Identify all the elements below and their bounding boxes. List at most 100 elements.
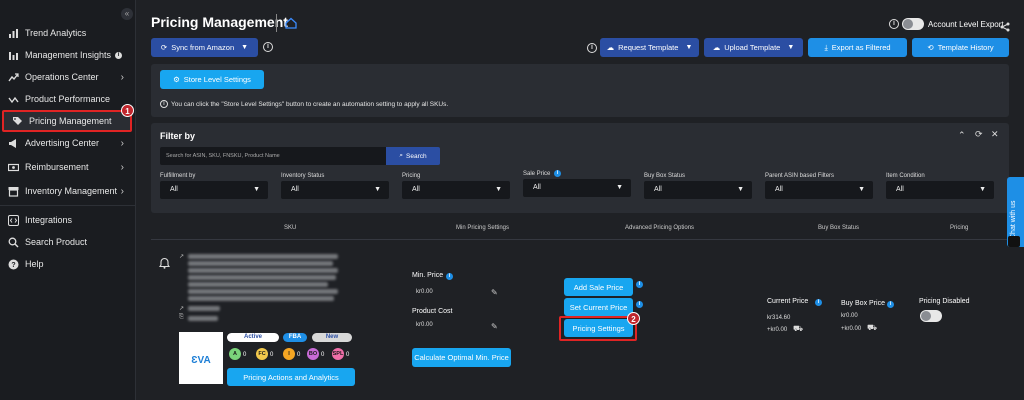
sync-from-amazon-button[interactable]: ⟳ Sync from Amazon ▼ bbox=[151, 38, 258, 57]
cloud-download-icon: ☁ bbox=[606, 43, 615, 52]
info-icon[interactable]: i bbox=[115, 51, 123, 59]
chevron-right-icon: › bbox=[120, 161, 124, 173]
info-icon[interactable]: i bbox=[263, 42, 273, 52]
badge-fba: FBA bbox=[283, 333, 307, 342]
buy-box-price-shipping: +kr0.00 bbox=[841, 326, 862, 332]
highlight-box bbox=[559, 316, 637, 341]
edit-min-price-icon[interactable]: ✎ bbox=[491, 288, 498, 297]
info-icon[interactable]: i bbox=[887, 301, 894, 308]
caret-down-icon: ▼ bbox=[979, 186, 986, 193]
info-icon[interactable]: i bbox=[587, 43, 597, 53]
item-condition-select[interactable]: All ▼ bbox=[886, 181, 994, 199]
edit-product-cost-icon[interactable]: ✎ bbox=[491, 322, 498, 331]
circle-spl[interactable]: SPL bbox=[332, 348, 344, 360]
caret-down-icon: ▼ bbox=[253, 186, 260, 193]
trending-up-icon bbox=[8, 72, 19, 83]
add-sale-price-button[interactable]: Add Sale Price bbox=[564, 278, 633, 296]
sidebar-item-label: Search Product bbox=[25, 237, 88, 247]
sidebar-collapse-button[interactable]: « bbox=[121, 8, 133, 20]
sidebar-item-pricing-management[interactable]: Pricing Management bbox=[2, 110, 132, 132]
svg-text:?: ? bbox=[11, 262, 15, 269]
set-current-price-button[interactable]: Set Current Price bbox=[564, 298, 633, 316]
refresh-icon[interactable]: ⟳ bbox=[975, 129, 983, 140]
search-button[interactable]: ⌕ Search bbox=[386, 147, 440, 165]
search-input[interactable]: Search for ASIN, SKU, FNSKU, Product Nam… bbox=[160, 147, 386, 165]
circle-i[interactable]: I bbox=[283, 348, 295, 360]
sidebar-item-label: Reimbursement bbox=[25, 162, 89, 172]
gear-icon: ⚙ bbox=[173, 75, 180, 84]
badge-new: New bbox=[312, 333, 352, 342]
caret-down-icon: ▼ bbox=[616, 184, 623, 191]
external-link-icon[interactable]: ↗ bbox=[179, 305, 184, 312]
download-icon: ⤓ bbox=[824, 42, 828, 52]
inventory-status-select[interactable]: All ▼ bbox=[281, 181, 389, 199]
sidebar-item-management-insights[interactable]: Management Insights i bbox=[0, 44, 136, 66]
caret-down-icon: ▼ bbox=[737, 186, 744, 193]
product-image: ƐVA bbox=[179, 332, 223, 384]
filter-panel bbox=[151, 123, 1009, 213]
info-icon[interactable]: i bbox=[815, 299, 822, 306]
column-header-pricing: Pricing bbox=[950, 225, 969, 231]
circle-count: 0 bbox=[243, 352, 247, 358]
buy-box-status-select[interactable]: All ▼ bbox=[644, 181, 752, 199]
share-icon[interactable] bbox=[1000, 19, 1010, 32]
sidebar-item-advertising-center[interactable]: Advertising Center › bbox=[0, 132, 136, 154]
bar-chart-icon bbox=[8, 50, 19, 61]
bell-icon[interactable] bbox=[158, 256, 171, 269]
sidebar-item-inventory-management[interactable]: Inventory Management › bbox=[0, 180, 136, 202]
current-price-label: Current Price bbox=[767, 298, 809, 305]
search-icon bbox=[8, 237, 19, 248]
filter-label: Pricing bbox=[402, 173, 421, 179]
calculate-optimal-min-price-button[interactable]: Calculate Optimal Min. Price bbox=[412, 348, 511, 367]
sidebar-item-trend-analytics[interactable]: Trend Analytics bbox=[0, 22, 136, 44]
title-divider bbox=[276, 14, 277, 32]
info-icon[interactable]: i bbox=[554, 170, 561, 177]
fulfillment-select[interactable]: All ▼ bbox=[160, 181, 268, 199]
column-header-buy-box: Buy Box Status bbox=[818, 225, 860, 231]
chevron-right-icon: › bbox=[120, 185, 124, 197]
info-icon[interactable]: i bbox=[636, 301, 643, 308]
request-template-button[interactable]: ☁ Request Template ▼ bbox=[600, 38, 699, 57]
chevron-up-icon[interactable]: ⌃ bbox=[958, 130, 966, 141]
help-icon: ? bbox=[8, 259, 19, 270]
caret-down-icon[interactable]: ▼ bbox=[241, 44, 248, 51]
caret-down-icon: ▼ bbox=[858, 186, 865, 193]
info-icon[interactable]: i bbox=[636, 281, 643, 288]
sidebar-item-operations-center[interactable]: Operations Center › bbox=[0, 66, 136, 88]
sidebar-item-reimbursement[interactable]: Reimbursement › bbox=[0, 156, 136, 178]
account-level-export-label: Account Level Export bbox=[928, 20, 1004, 29]
info-icon[interactable]: i bbox=[446, 273, 453, 280]
close-icon[interactable]: ✕ bbox=[991, 129, 999, 140]
column-header-sku: SKU bbox=[284, 225, 297, 231]
account-level-export-toggle[interactable] bbox=[902, 18, 924, 30]
pricing-select[interactable]: All ▼ bbox=[402, 181, 510, 199]
current-price-shipping: +kr0.00 bbox=[767, 327, 788, 333]
app-root: « Trend Analytics Management Insights i … bbox=[0, 0, 1024, 400]
sidebar-item-integrations[interactable]: Integrations bbox=[0, 209, 136, 231]
template-history-button[interactable]: ⟲ Template History bbox=[912, 38, 1009, 57]
chat-bubble-icon[interactable] bbox=[1008, 236, 1020, 247]
circle-bo[interactable]: BO bbox=[307, 348, 319, 360]
filter-label: Inventory Status bbox=[281, 173, 325, 179]
sidebar-item-search-product[interactable]: Search Product bbox=[0, 231, 136, 253]
min-price-value: kr0.00 bbox=[416, 289, 433, 295]
sidebar-item-label: Management Insights bbox=[25, 50, 112, 60]
sale-price-select[interactable]: All ▼ bbox=[523, 179, 631, 197]
pricing-actions-analytics-button[interactable]: Pricing Actions and Analytics bbox=[227, 368, 355, 386]
home-icon[interactable] bbox=[285, 16, 297, 29]
sidebar-item-help[interactable]: ? Help bbox=[0, 253, 136, 275]
sidebar-item-product-performance[interactable]: Product Performance bbox=[0, 88, 136, 110]
step-marker-1: 1 bbox=[121, 104, 134, 117]
info-icon[interactable]: i bbox=[889, 19, 899, 29]
export-as-filtered-button[interactable]: ⤓ Export as Filtered bbox=[808, 38, 907, 57]
product-cost-value: kr0.00 bbox=[416, 322, 433, 328]
chevron-right-icon: › bbox=[120, 137, 124, 149]
parent-asin-select[interactable]: All ▼ bbox=[765, 181, 873, 199]
external-link-icon[interactable]: ↗ bbox=[179, 253, 184, 260]
circle-fc[interactable]: FC bbox=[256, 348, 268, 360]
pricing-enable-toggle[interactable] bbox=[920, 310, 942, 322]
circle-a[interactable]: A bbox=[229, 348, 241, 360]
copy-icon[interactable]: ⎘ bbox=[179, 314, 184, 321]
store-level-settings-button[interactable]: ⚙ Store Level Settings bbox=[160, 70, 264, 89]
upload-template-button[interactable]: ☁ Upload Template ▼ bbox=[704, 38, 803, 57]
